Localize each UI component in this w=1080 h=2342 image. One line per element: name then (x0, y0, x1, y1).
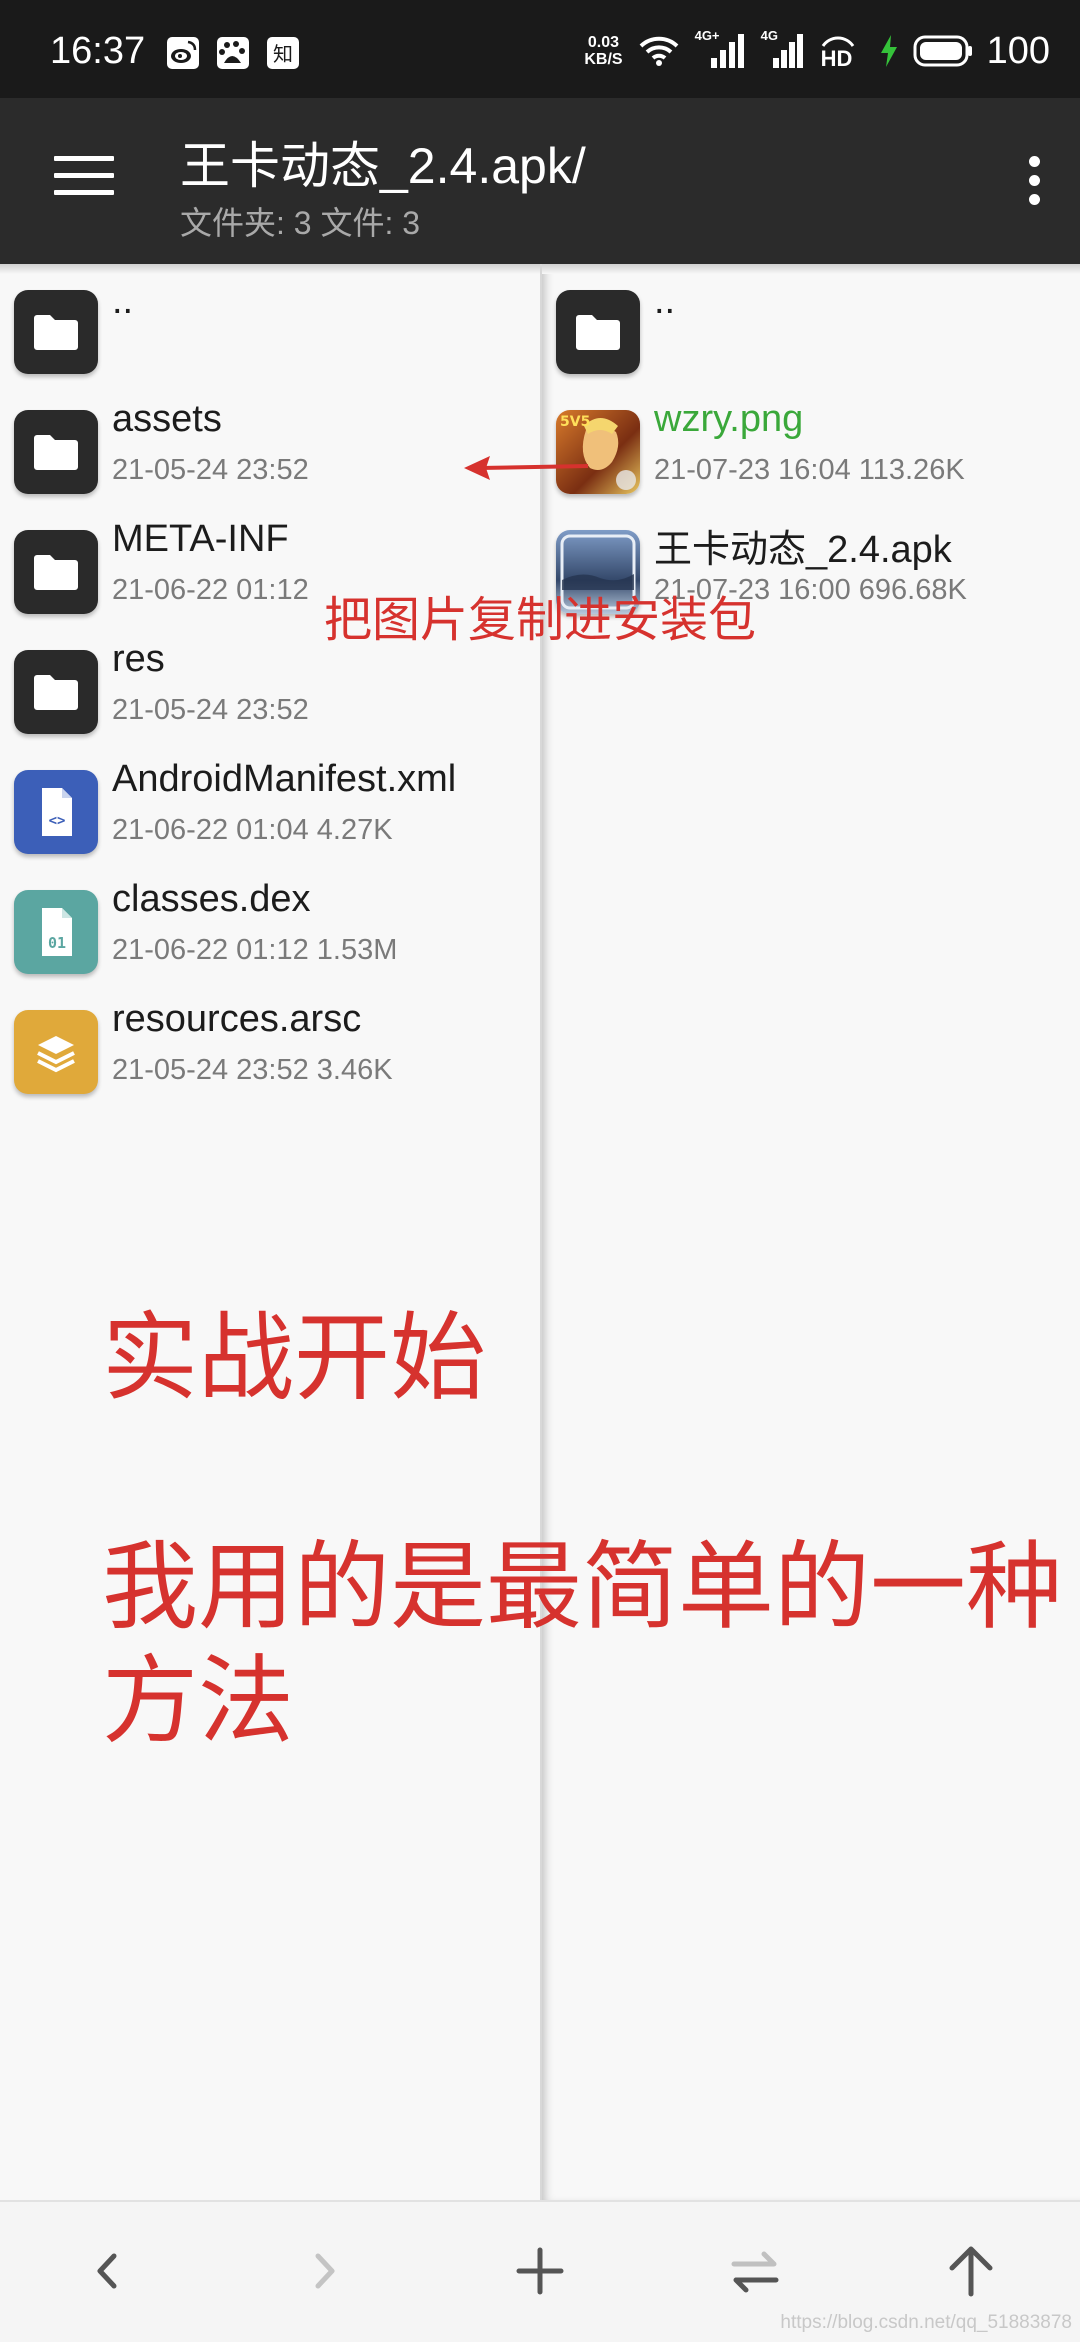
folder-icon (14, 410, 98, 494)
svg-text:5V5: 5V5 (560, 414, 590, 430)
list-item-parent-dir[interactable]: .. (0, 272, 540, 392)
hamburger-icon-line (54, 156, 114, 161)
right-file-pane[interactable]: .. 5V5 wzry.png 21-07-23 16:04 113.26K 王… (542, 264, 1080, 2200)
forward-icon[interactable] (290, 2236, 360, 2306)
status-right: 0.03 KB/S 4G+ 4G HD 100 (584, 26, 1050, 76)
hamburger-icon-line (54, 173, 114, 178)
wifi-icon (639, 36, 678, 66)
baidu-paw-icon (217, 37, 249, 69)
more-dot-icon (1028, 156, 1040, 167)
signal-4g-plus-icon: 4G+ (695, 28, 747, 70)
weibo-icon (167, 37, 199, 69)
status-bar: 16:37 知 0.03 KB/S 4G+ 4G HD 100 (0, 0, 1080, 98)
dex-file-icon: 01 (14, 890, 98, 974)
file-name: META-INF (112, 518, 289, 560)
folder-icon (14, 290, 98, 374)
page-title: 王卡动态_2.4.apk/ (180, 138, 586, 194)
annotation-note: 我用的是最简单的一种方法 (102, 1531, 1062, 1757)
zhihu-icon: 知 (267, 37, 299, 69)
file-name: resources.arsc (112, 998, 362, 1040)
file-meta: 21-05-24 23:52 (112, 454, 309, 486)
status-time: 16:37 (50, 30, 146, 72)
more-dot-icon (1028, 194, 1040, 205)
signal-4g-icon: 4G (761, 28, 805, 70)
file-name: .. (112, 280, 134, 322)
arsc-file-icon (14, 1010, 98, 1094)
file-name: .. (654, 280, 676, 322)
list-item-wzry-png[interactable]: 5V5 wzry.png 21-07-23 16:04 113.26K (542, 392, 1080, 512)
hamburger-icon-line (54, 190, 114, 195)
file-name: assets (112, 398, 222, 440)
file-name: classes.dex (112, 878, 311, 920)
xml-file-icon: <> (14, 770, 98, 854)
list-item-assets[interactable]: assets 21-05-24 23:52 (0, 392, 540, 512)
annotation-copy-note: 把图片复制进安装包 (324, 592, 757, 648)
back-icon[interactable] (72, 2236, 142, 2306)
file-meta: 21-06-22 01:12 1.53M (112, 934, 398, 966)
file-meta: 21-05-24 23:52 (112, 694, 309, 726)
network-speed: 0.03 KB/S (584, 34, 622, 68)
file-meta: 21-07-23 16:04 113.26K (654, 454, 965, 486)
app-bar: 王卡动态_2.4.apk/ 文件夹: 3 文件: 3 (0, 98, 1080, 264)
watermark: https://blog.csdn.net/qq_51883878 (780, 2312, 1072, 2333)
hd-voice-icon: HD (819, 32, 865, 71)
add-icon[interactable] (505, 2236, 575, 2306)
svg-text:<>: <> (49, 813, 66, 829)
network-speed-unit: KB/S (584, 51, 623, 68)
up-icon[interactable] (936, 2236, 1006, 2306)
page-subtitle: 文件夹: 3 文件: 3 (180, 205, 421, 241)
list-item-classes-dex[interactable]: 01 classes.dex 21-06-22 01:12 1.53M (0, 872, 540, 992)
menu-button[interactable] (54, 156, 114, 200)
bottom-toolbar: https://blog.csdn.net/qq_51883878 (0, 2200, 1080, 2342)
more-options-button[interactable] (1022, 156, 1046, 212)
file-name: AndroidManifest.xml (112, 758, 457, 800)
list-item-androidmanifest[interactable]: <> AndroidManifest.xml 21-06-22 01:04 4.… (0, 752, 540, 872)
file-name: 王卡动态_2.4.apk (654, 529, 952, 571)
file-meta: 21-05-24 23:52 3.46K (112, 1054, 393, 1086)
folder-icon (14, 530, 98, 614)
more-dot-icon (1028, 175, 1040, 186)
list-item-parent-dir[interactable]: .. (542, 272, 1080, 392)
annotation-heading: 实战开始 (102, 1302, 486, 1414)
svg-text:知: 知 (273, 42, 293, 66)
hd-label: HD (820, 46, 853, 71)
svg-text:01: 01 (48, 934, 66, 952)
file-meta: 21-06-22 01:12 (112, 574, 309, 606)
list-item-res[interactable]: res 21-05-24 23:52 (0, 632, 540, 752)
folder-icon (14, 650, 98, 734)
annotation-arrow-icon (464, 456, 589, 480)
folder-icon (556, 290, 640, 374)
battery-level: 100 (986, 29, 1050, 72)
file-name: wzry.png (654, 398, 804, 440)
list-item-resources-arsc[interactable]: resources.arsc 21-05-24 23:52 3.46K (0, 992, 540, 1112)
left-file-pane[interactable]: .. assets 21-05-24 23:52 META-INF 21-06-… (0, 264, 542, 2200)
network-speed-value: 0.03 (587, 34, 620, 51)
file-name: res (112, 638, 165, 680)
swap-icon[interactable] (720, 2236, 790, 2306)
file-meta: 21-06-22 01:04 4.27K (112, 814, 393, 846)
battery-icon (913, 35, 972, 67)
charging-bolt-icon (880, 35, 897, 67)
